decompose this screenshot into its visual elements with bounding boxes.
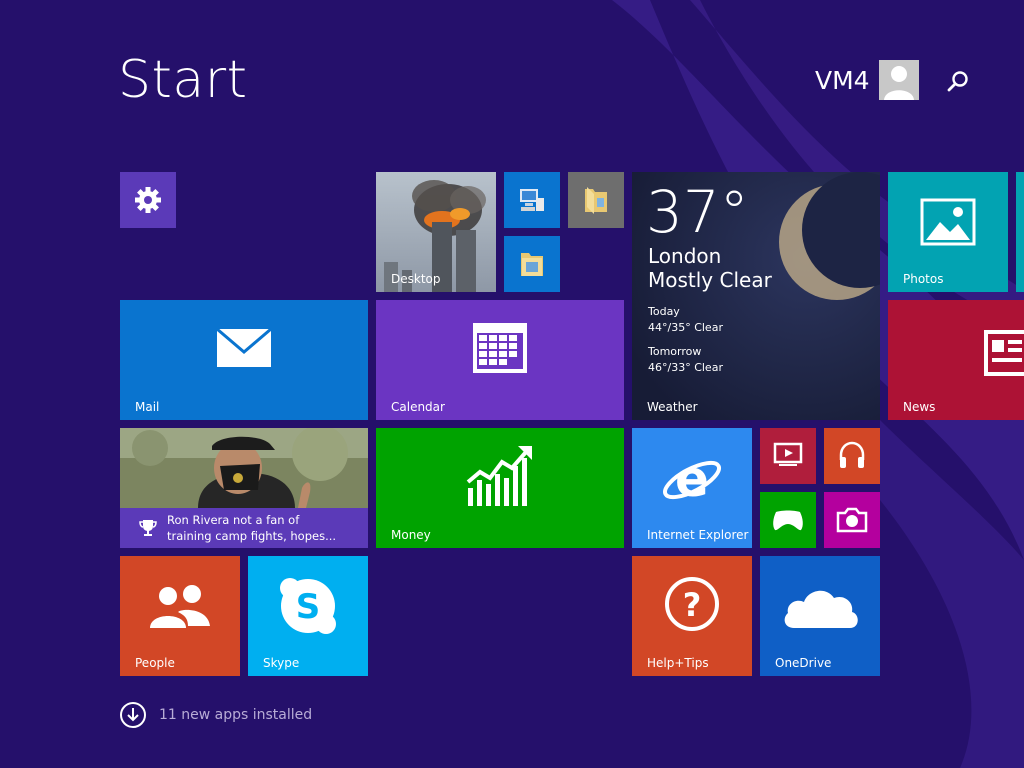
tile-label: Desktop xyxy=(391,272,441,286)
tile-sports[interactable]: Ron Rivera not a fan of training camp fi… xyxy=(120,428,368,548)
start-title: Start xyxy=(118,50,248,110)
tile-help-tips[interactable]: ? Help+Tips xyxy=(632,556,752,676)
tile-photos[interactable]: Photos xyxy=(888,172,1008,292)
tile-label: Money xyxy=(391,528,431,542)
tile-video[interactable] xyxy=(760,428,816,484)
mail-icon xyxy=(216,328,272,367)
svg-text:S: S xyxy=(296,587,321,627)
file-explorer-icon xyxy=(521,253,543,276)
weather-tomorrow-label: Tomorrow xyxy=(648,345,702,358)
tile-documents[interactable] xyxy=(568,172,624,228)
svg-text:?: ? xyxy=(683,586,702,624)
money-chart-icon xyxy=(466,446,532,506)
tile-mail[interactable]: Mail xyxy=(120,300,368,420)
user-silhouette-icon xyxy=(884,66,914,100)
tile-this-pc[interactable] xyxy=(504,172,560,228)
skype-icon: S xyxy=(280,578,336,634)
tile-label: Photos xyxy=(903,272,944,286)
tile-label: Mail xyxy=(135,400,160,414)
tile-label: OneDrive xyxy=(775,656,832,670)
tile-music[interactable] xyxy=(824,428,880,484)
gear-icon xyxy=(135,187,161,213)
internet-explorer-icon: e xyxy=(663,450,721,508)
tile-calendar[interactable]: Calendar xyxy=(376,300,624,420)
search-button[interactable] xyxy=(944,68,972,96)
trophy-icon xyxy=(139,520,157,536)
search-icon xyxy=(947,71,968,92)
weather-condition: Mostly Clear xyxy=(648,268,772,292)
tile-label: Help+Tips xyxy=(647,656,709,670)
sports-headline-strip: Ron Rivera not a fan of training camp fi… xyxy=(120,508,368,548)
tile-label: Internet Explorer xyxy=(647,528,749,542)
arrow-down-circle-icon[interactable] xyxy=(120,702,146,728)
calendar-icon xyxy=(473,323,527,373)
tile-camera[interactable] xyxy=(824,492,880,548)
tile-label: Calendar xyxy=(391,400,445,414)
tile-onedrive[interactable]: OneDrive xyxy=(760,556,880,676)
tile-label: Weather xyxy=(647,400,698,414)
sports-news-photo xyxy=(120,428,368,508)
sports-headline-line1: Ron Rivera not a fan of xyxy=(167,513,300,527)
weather-today-label: Today xyxy=(648,305,680,318)
folder-icon xyxy=(585,187,607,214)
headphones-icon xyxy=(839,441,865,468)
people-icon xyxy=(150,585,210,628)
weather-temperature: 37° xyxy=(646,178,749,246)
weather-tomorrow-forecast: 46°/33° Clear xyxy=(648,361,723,374)
computer-icon xyxy=(520,189,544,211)
user-avatar[interactable] xyxy=(879,60,919,100)
tile-skype[interactable]: S Skype xyxy=(248,556,368,676)
sports-headline-line2: training camp fights, hopes... xyxy=(167,529,337,543)
tile-internet-explorer[interactable]: e Internet Explorer xyxy=(632,428,752,548)
tile-desktop[interactable]: Desktop xyxy=(376,172,496,292)
tile-label: People xyxy=(135,656,175,670)
tile-partial-reading-list[interactable] xyxy=(1016,172,1024,292)
new-apps-text[interactable]: 11 new apps installed xyxy=(159,707,312,723)
user-name[interactable]: VM4 xyxy=(815,66,870,95)
video-icon xyxy=(773,442,803,466)
tile-label: News xyxy=(903,400,936,414)
news-icon xyxy=(984,330,1024,376)
tile-people[interactable]: People xyxy=(120,556,240,676)
weather-city: London xyxy=(648,244,722,268)
camera-icon xyxy=(836,507,868,533)
weather-today-forecast: 44°/35° Clear xyxy=(648,321,723,334)
cloud-icon xyxy=(784,590,858,628)
tile-weather[interactable]: 37° London Mostly Clear Today 44°/35° Cl… xyxy=(632,172,880,420)
help-icon: ? xyxy=(665,577,719,631)
svg-text:e: e xyxy=(675,450,709,508)
tile-file-explorer[interactable] xyxy=(504,236,560,292)
photos-icon xyxy=(920,198,976,246)
tile-news[interactable]: News xyxy=(888,300,1024,420)
game-controller-icon xyxy=(773,510,803,531)
tile-games[interactable] xyxy=(760,492,816,548)
tile-money[interactable]: Money xyxy=(376,428,624,548)
tile-pc-settings[interactable] xyxy=(120,172,176,228)
tile-label: Skype xyxy=(263,656,300,670)
